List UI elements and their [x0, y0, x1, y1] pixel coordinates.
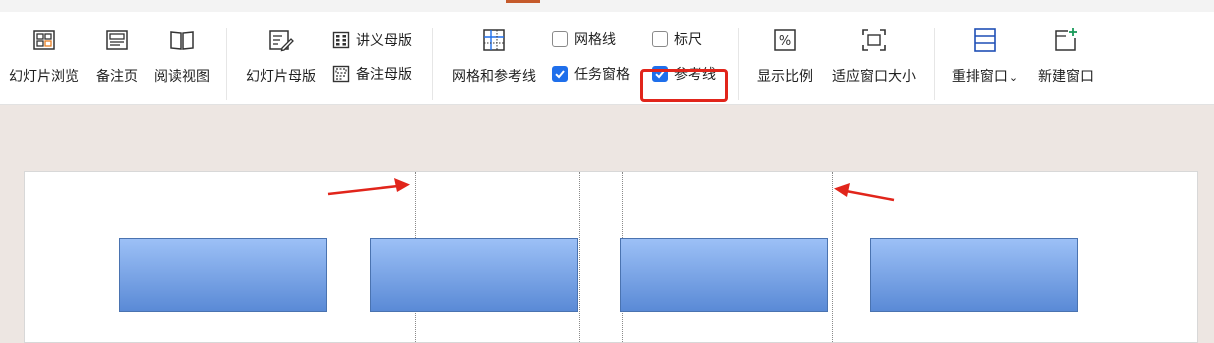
ruler-checkbox[interactable]: 标尺 [652, 26, 702, 52]
rectangle-shape[interactable] [119, 238, 327, 312]
rectangle-shape[interactable] [620, 238, 828, 312]
arrange-windows-text: 重排窗口 [951, 69, 1008, 85]
fit-window-button[interactable]: 适应窗口大小 [824, 12, 924, 104]
annotation-arrow-left [834, 183, 895, 202]
reading-view-button[interactable]: 阅读视图 [148, 12, 216, 104]
gridlines-checkbox-box[interactable] [552, 31, 568, 47]
view-ribbon: 幻灯片浏览 备注页 阅读视图 幻灯片母版 讲义母版 备注母版 网格和参考线 网格… [0, 12, 1214, 105]
ruler-label: 标尺 [674, 32, 702, 48]
grid-guides-label: 网格和参考线 [452, 69, 536, 85]
handout-master-button[interactable]: 讲义母版 [332, 27, 412, 53]
chevron-down-icon: ⌄ [1008, 71, 1019, 84]
task-pane-checkbox-box[interactable] [552, 66, 568, 82]
fit-window-label: 适应窗口大小 [832, 69, 916, 85]
slide-master-label: 幻灯片母版 [246, 69, 316, 85]
slide-grid-icon [30, 26, 58, 54]
notes-page-icon [103, 26, 131, 54]
grid-guides-button[interactable]: 网格和参考线 [444, 12, 544, 104]
separator [738, 28, 739, 100]
handout-grid-icon [332, 31, 350, 49]
slide[interactable] [24, 171, 1198, 343]
arrange-windows-label: 重排窗口⌄ [944, 66, 1026, 86]
percent-icon: % [771, 26, 799, 54]
notes-page-label: 备注页 [96, 69, 138, 85]
rectangle-shape[interactable] [870, 238, 1078, 312]
stack-windows-icon [971, 26, 999, 54]
gridlines-label: 网格线 [574, 32, 616, 48]
notes-master-icon [332, 65, 350, 83]
vertical-guide[interactable] [579, 172, 580, 342]
master-edit-icon [267, 26, 295, 54]
guides-highlight-box [640, 69, 728, 102]
zoom-label: 显示比例 [757, 69, 813, 85]
fit-frame-icon [860, 26, 888, 54]
editing-canvas [0, 105, 1214, 343]
title-strip [0, 0, 1214, 12]
notes-page-button[interactable]: 备注页 [88, 12, 146, 104]
annotation-arrow-right [327, 178, 410, 196]
new-window-label: 新建窗口 [1038, 69, 1094, 85]
arrange-windows-button[interactable]: 重排窗口⌄ [944, 12, 1026, 104]
separator [226, 28, 227, 100]
task-pane-label: 任务窗格 [574, 67, 630, 83]
active-tab-indicator [506, 0, 540, 3]
new-window-button[interactable]: 新建窗口 [1030, 12, 1102, 104]
grid-guides-icon [480, 26, 508, 54]
notes-master-label: 备注母版 [356, 67, 412, 83]
new-window-icon [1052, 26, 1080, 54]
task-pane-checkbox[interactable]: 任务窗格 [552, 61, 630, 87]
rectangle-shape[interactable] [370, 238, 578, 312]
slide-master-button[interactable]: 幻灯片母版 [238, 12, 324, 104]
notes-master-button[interactable]: 备注母版 [332, 61, 412, 87]
slide-browse-label: 幻灯片浏览 [9, 69, 79, 85]
handout-master-label: 讲义母版 [356, 33, 412, 49]
svg-text:%: % [779, 34, 791, 49]
separator [432, 28, 433, 100]
checkmark-icon [555, 70, 565, 79]
open-book-icon [168, 26, 196, 54]
reading-view-label: 阅读视图 [154, 69, 210, 85]
gridlines-checkbox[interactable]: 网格线 [552, 26, 616, 52]
separator [934, 28, 935, 100]
slide-browse-button[interactable]: 幻灯片浏览 [2, 12, 86, 104]
ruler-checkbox-box[interactable] [652, 31, 668, 47]
zoom-button[interactable]: % 显示比例 [750, 12, 820, 104]
